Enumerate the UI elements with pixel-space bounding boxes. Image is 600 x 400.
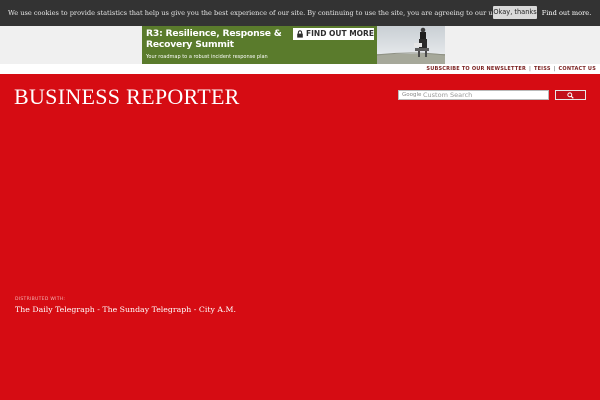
distributed-with-label: DISTRIBUTED WITH: xyxy=(15,297,66,302)
ad-title: R3: Resilience, Response & Recovery Summ… xyxy=(146,28,282,50)
ad-banner[interactable]: R3: Resilience, Response & Recovery Summ… xyxy=(142,26,445,64)
distribution-partners: The Daily Telegraph - The Sunday Telegra… xyxy=(15,305,236,314)
search-button[interactable] xyxy=(555,90,586,100)
ad-photo-businessman xyxy=(377,26,445,64)
ad-subtitle: Your roadmap to a robust incident respon… xyxy=(146,54,268,60)
nav-link-teiss[interactable]: TEISS xyxy=(534,66,551,72)
ad-find-out-more-button[interactable]: FIND OUT MORE xyxy=(293,28,374,40)
cookie-banner: We use cookies to provide statistics tha… xyxy=(0,0,600,26)
cookie-message-text: We use cookies to provide statistics tha… xyxy=(8,9,538,17)
search-icon xyxy=(567,92,574,99)
ad-cta-label: FIND OUT MORE xyxy=(306,29,374,38)
search-placeholder: Custom Search xyxy=(423,91,473,99)
cookie-find-out-more-link[interactable]: Find out more. xyxy=(542,9,592,17)
nav-link-subscribe-newsletter[interactable]: SUBSCRIBE TO OUR NEWSLETTER xyxy=(426,66,526,72)
nav-link-contact-us[interactable]: CONTACT US xyxy=(559,66,596,72)
lock-icon xyxy=(297,30,303,38)
search-input[interactable]: Google Custom Search xyxy=(398,90,549,100)
nav-separator: | xyxy=(529,66,531,72)
nav-separator: | xyxy=(553,66,556,72)
top-navigation: SUBSCRIBE TO OUR NEWSLETTER | TEISS | CONTAC… xyxy=(0,64,600,74)
cookie-accept-button[interactable]: Okay, thanks xyxy=(493,6,537,19)
google-brand-label: Google xyxy=(402,92,422,98)
site-logo[interactable]: BUSINESS REPORTER xyxy=(14,84,240,110)
ad-strip: R3: Resilience, Response & Recovery Summ… xyxy=(0,26,600,64)
top-nav-links: SUBSCRIBE TO OUR NEWSLETTER | TEISS | CONTAC… xyxy=(426,66,596,72)
